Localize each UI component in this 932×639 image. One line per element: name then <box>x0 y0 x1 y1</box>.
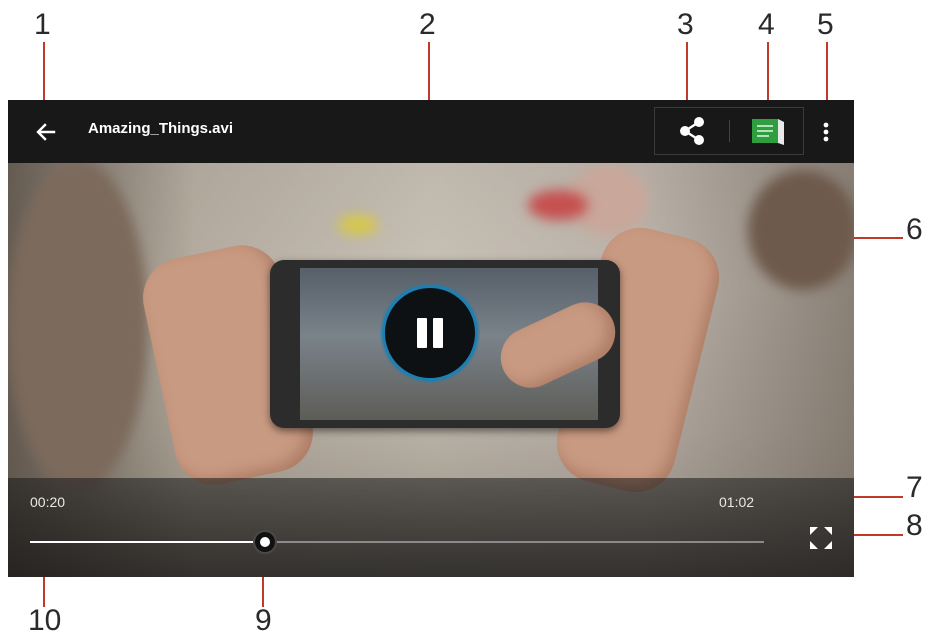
elapsed-time: 00:20 <box>30 494 66 510</box>
bg-right-furniture <box>748 170 854 290</box>
callout-1: 1 <box>34 8 51 41</box>
top-bar: Amazing_Things.avi <box>8 100 854 163</box>
more-vert-icon <box>823 122 829 142</box>
callout-2: 2 <box>419 8 436 41</box>
callout-3: 3 <box>677 8 694 41</box>
video-title: Amazing_Things.avi <box>88 120 234 137</box>
seek-bar-progress <box>30 541 265 543</box>
seek-bar[interactable] <box>30 530 764 554</box>
fullscreen-button[interactable] <box>804 521 838 555</box>
callout-5: 5 <box>817 8 834 41</box>
bg-yellow-object <box>338 215 378 235</box>
video-player[interactable]: Amazing_Things.avi 00:20 01:02 <box>8 100 854 577</box>
seek-thumb[interactable] <box>252 530 277 554</box>
callout-9: 9 <box>255 604 272 637</box>
back-button[interactable] <box>30 116 62 148</box>
bg-red-object <box>528 190 588 220</box>
arrow-left-icon <box>36 123 56 141</box>
overflow-menu-button[interactable] <box>814 116 838 148</box>
share-icon <box>680 117 704 145</box>
callout-6: 6 <box>906 213 923 246</box>
pause-icon <box>414 318 446 348</box>
notes-button[interactable] <box>731 108 805 154</box>
callout-8: 8 <box>906 509 923 542</box>
playback-controls: 00:20 01:02 <box>8 478 854 577</box>
callout-10: 10 <box>28 604 62 637</box>
total-duration: 01:02 <box>719 494 755 510</box>
callout-4: 4 <box>758 8 775 41</box>
notes-icon <box>752 119 784 145</box>
action-buttons <box>654 107 804 155</box>
fullscreen-icon <box>810 527 832 549</box>
pause-button[interactable] <box>382 285 478 381</box>
bg-left-shadow <box>8 160 148 490</box>
callout-7: 7 <box>906 471 923 504</box>
share-button[interactable] <box>655 108 729 154</box>
action-divider <box>729 120 730 142</box>
